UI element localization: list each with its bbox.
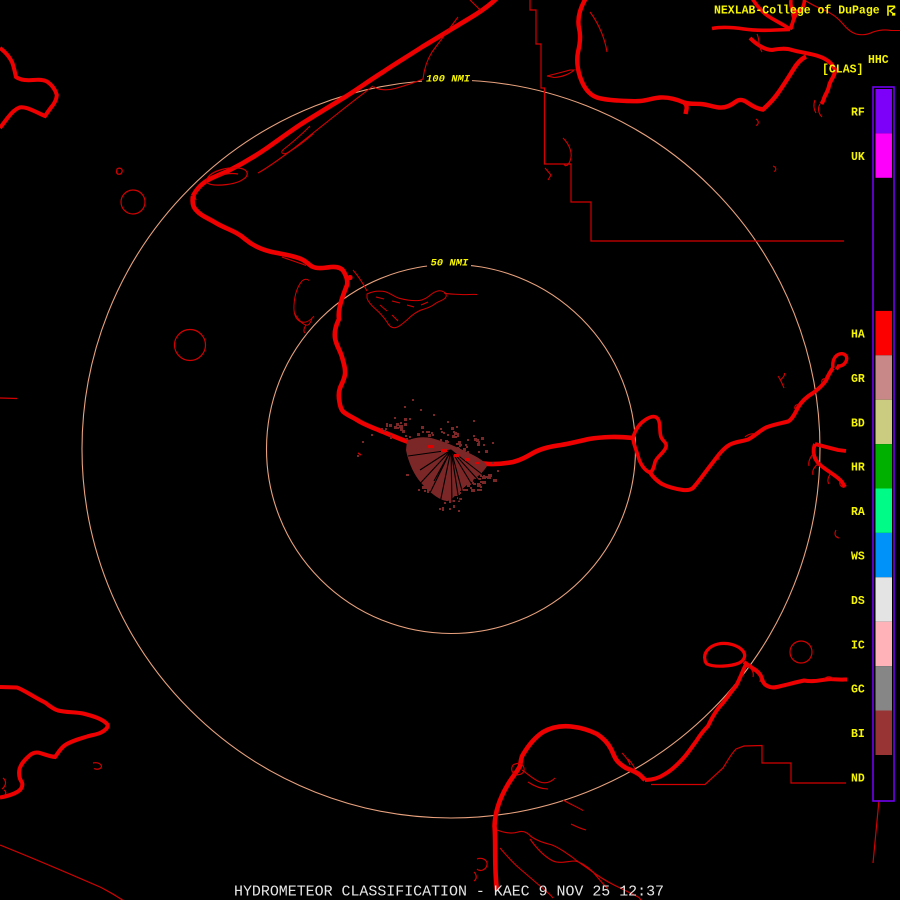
svg-text:[CLAS]: [CLAS]	[822, 64, 863, 77]
svg-text:RF: RF	[851, 107, 865, 120]
svg-text:NEXLAB-College of DuPage: NEXLAB-College of DuPage	[714, 5, 880, 18]
svg-text:GR: GR	[851, 373, 865, 386]
svg-text:GC: GC	[851, 684, 865, 697]
svg-text:HHC: HHC	[868, 54, 889, 67]
svg-text:HA: HA	[851, 329, 865, 342]
svg-text:DS: DS	[851, 595, 865, 608]
svg-text:BD: BD	[851, 417, 865, 430]
svg-text:RA: RA	[851, 506, 865, 519]
svg-text:50 NMI: 50 NMI	[431, 258, 470, 270]
svg-text:100 NMI: 100 NMI	[426, 74, 471, 86]
svg-text:WS: WS	[851, 551, 865, 564]
svg-text:HYDROMETEOR CLASSIFICATION - K: HYDROMETEOR CLASSIFICATION - KAEC 9 NOV …	[234, 885, 664, 900]
svg-text:BI: BI	[851, 728, 865, 741]
svg-text:HR: HR	[851, 462, 865, 475]
svg-text:IC: IC	[851, 639, 865, 652]
svg-text:ND: ND	[851, 772, 865, 785]
svg-text:UK: UK	[851, 151, 865, 164]
